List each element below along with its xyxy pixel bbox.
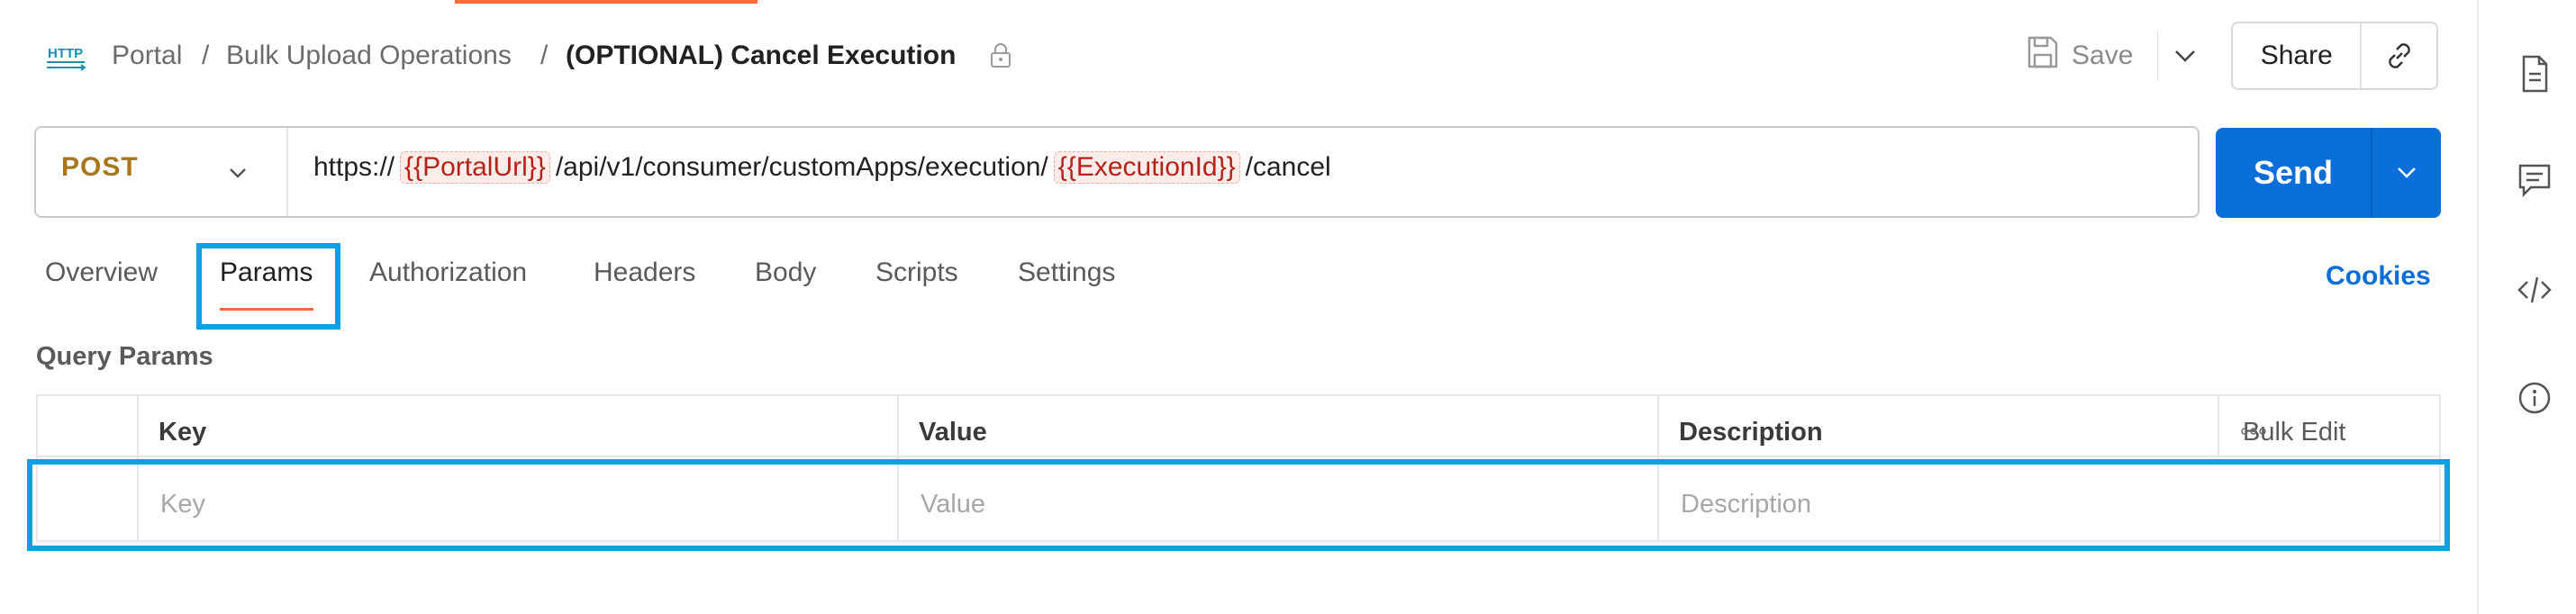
method-select[interactable]: POST	[61, 152, 139, 183]
breadcrumb-bulk-upload-operations[interactable]: Bulk Upload Operations	[226, 36, 512, 76]
chevron-down-icon[interactable]	[223, 158, 252, 187]
tab-scripts[interactable]: Scripts	[875, 257, 958, 288]
save-options-button[interactable]	[2157, 31, 2212, 81]
copy-link-button[interactable]	[2360, 23, 2436, 88]
send-button-group: Send	[2216, 128, 2441, 218]
share-group: Share	[2231, 22, 2438, 90]
url-path-cancel: /cancel	[1245, 152, 1331, 182]
column-divider	[2218, 396, 2219, 456]
lock-icon[interactable]	[989, 41, 1012, 68]
tab-settings[interactable]: Settings	[1018, 257, 1115, 288]
share-button[interactable]: Share	[2233, 41, 2360, 71]
info-icon[interactable]	[2517, 380, 2553, 416]
divider	[286, 128, 288, 216]
save-label: Save	[2072, 41, 2134, 70]
url-variable-execution-id[interactable]: {{ExecutionId}}	[1053, 151, 1240, 184]
code-icon[interactable]	[2517, 272, 2553, 308]
link-icon	[2388, 43, 2410, 68]
tab-overview[interactable]: Overview	[45, 257, 158, 288]
http-icon: HTTP	[45, 40, 86, 76]
breadcrumb-separator: /	[202, 41, 210, 70]
column-header-description: Description	[1679, 418, 1823, 447]
request-url-bar: POST https:// {{PortalUrl}} /api/v1/cons…	[34, 126, 2200, 218]
url-path: /api/v1/consumer/customApps/execution/	[555, 152, 1048, 182]
cookies-link[interactable]: Cookies	[2326, 261, 2431, 292]
tab-headers[interactable]: Headers	[594, 257, 695, 288]
column-header-key: Key	[159, 418, 207, 447]
more-options-icon[interactable]	[2240, 425, 2267, 441]
tab-authorization[interactable]: Authorization	[369, 257, 527, 288]
top-accent-bar	[455, 0, 757, 4]
request-title[interactable]: (OPTIONAL) Cancel Execution	[566, 36, 956, 76]
save-button[interactable]: Save	[2027, 31, 2153, 81]
new-param-row-highlight	[27, 459, 2450, 551]
params-tab-highlight	[196, 243, 340, 330]
url-variable-portal-url[interactable]: {{PortalUrl}}	[400, 151, 550, 184]
breadcrumb-portal[interactable]: Portal	[112, 36, 182, 76]
breadcrumb-separator: /	[540, 41, 549, 70]
tab-body[interactable]: Body	[755, 257, 816, 288]
svg-text:HTTP: HTTP	[48, 46, 83, 61]
table-header-divider	[38, 456, 2439, 457]
query-params-title: Query Params	[36, 342, 213, 371]
send-button[interactable]: Send	[2216, 128, 2371, 218]
chevron-down-icon	[2175, 50, 2195, 62]
document-icon[interactable]	[2517, 54, 2553, 93]
chevron-down-icon	[2398, 167, 2416, 178]
send-options-button[interactable]	[2372, 128, 2441, 218]
comment-icon[interactable]	[2517, 162, 2553, 198]
url-protocol: https://	[313, 152, 395, 182]
right-sidebar-divider	[2477, 0, 2479, 614]
url-input[interactable]: https:// {{PortalUrl}} /api/v1/consumer/…	[313, 151, 1331, 184]
column-header-value: Value	[919, 418, 987, 447]
save-icon	[2027, 35, 2059, 77]
